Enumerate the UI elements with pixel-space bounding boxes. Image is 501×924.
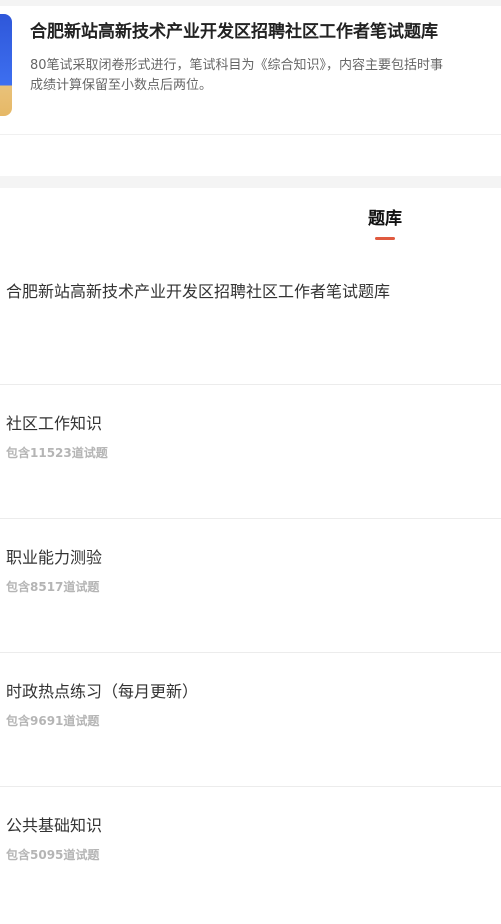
subject-name: 社区工作知识 xyxy=(6,414,103,433)
top-strip xyxy=(0,0,501,6)
exam-description-line-2: 成绩计算保留至小数点后两位。 xyxy=(30,78,213,93)
exam-title: 合肥新站高新技术产业开发区招聘社区工作者笔试题库 xyxy=(30,22,438,42)
subject-name: 时政热点练习（每月更新） xyxy=(6,682,199,701)
divider xyxy=(0,652,501,653)
subject-name: 职业能力测验 xyxy=(6,548,103,567)
page: 合肥新站高新技术产业开发区招聘社区工作者笔试题库 80笔试采取闭卷形式进行，笔试… xyxy=(0,0,501,924)
exam-info-card[interactable]: 合肥新站高新技术产业开发区招聘社区工作者笔试题库 80笔试采取闭卷形式进行，笔试… xyxy=(0,0,501,175)
subject-item-current-affairs[interactable]: 时政热点练习（每月更新） 包含9691道试题 xyxy=(0,680,501,800)
divider xyxy=(0,518,501,519)
subject-question-count: 包含9691道试题 xyxy=(6,714,100,728)
tab-question-bank-label: 题库 xyxy=(368,209,402,229)
subject-question-count: 包含8517道试题 xyxy=(6,580,100,594)
card-divider xyxy=(0,134,501,135)
tab-active-indicator xyxy=(375,237,395,240)
divider xyxy=(0,786,501,787)
subject-item-public-basics[interactable]: 公共基础知识 包含5095道试题 xyxy=(0,814,501,924)
subject-name: 公共基础知识 xyxy=(6,816,103,835)
section-gap xyxy=(0,176,501,188)
exam-cover-thumbnail xyxy=(0,14,12,116)
subject-question-count: 包含11523道试题 xyxy=(6,446,108,460)
subject-question-count: 包含5095道试题 xyxy=(6,848,100,862)
exam-description: 80笔试采取闭卷形式进行，笔试科目为《综合知识》，内容主要包括时事 成绩计算保留… xyxy=(30,56,501,96)
question-bank-title: 合肥新站高新技术产业开发区招聘社区工作者笔试题库 xyxy=(6,282,391,301)
divider xyxy=(0,384,501,385)
exam-description-line-1: 80笔试采取闭卷形式进行，笔试科目为《综合知识》，内容主要包括时事 xyxy=(30,58,444,73)
subject-item-community-work[interactable]: 社区工作知识 包含11523道试题 xyxy=(0,412,501,532)
tab-question-bank[interactable]: 题库 xyxy=(344,206,426,242)
subject-item-ability-test[interactable]: 职业能力测验 包含8517道试题 xyxy=(0,546,501,666)
